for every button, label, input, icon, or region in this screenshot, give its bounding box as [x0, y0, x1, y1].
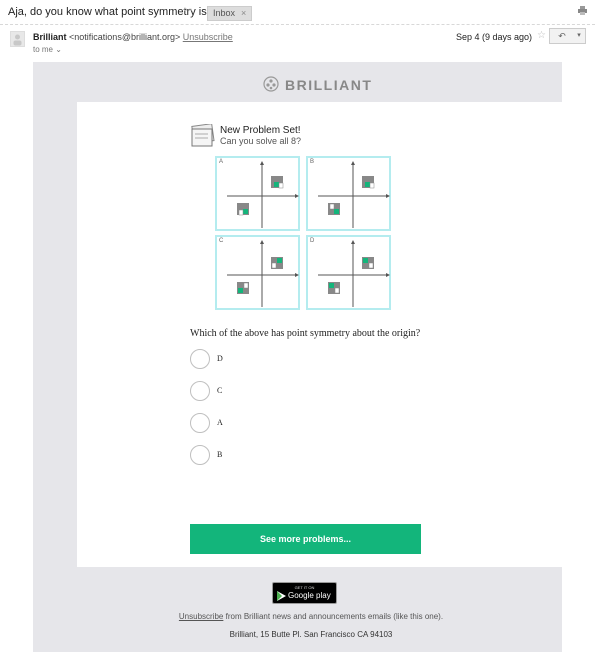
- play-store-icon: [277, 591, 286, 601]
- person-icon: [13, 34, 22, 46]
- chevron-down-icon: ▾: [577, 32, 581, 39]
- graph-option-d: D: [306, 235, 391, 310]
- radio-button[interactable]: [190, 445, 210, 465]
- brand-name: BRILLIANT: [285, 77, 373, 93]
- importance-marker[interactable]: ▫▫: [184, 5, 193, 16]
- coordinate-plane: [318, 161, 390, 228]
- remove-label-icon[interactable]: ×: [241, 8, 246, 18]
- answer-option-label: C: [217, 386, 223, 395]
- footer-unsubscribe-link[interactable]: Unsubscribe: [179, 612, 223, 621]
- more-options-button[interactable]: ▾: [573, 28, 586, 44]
- problem-set-icon: [191, 124, 215, 147]
- coordinate-plane: [318, 240, 390, 307]
- question-text: Which of the above has point symmetry ab…: [190, 328, 421, 339]
- radio-button[interactable]: [190, 349, 210, 369]
- radio-button[interactable]: [190, 413, 210, 433]
- inbox-label[interactable]: Inbox ×: [207, 6, 253, 21]
- email-date: Sep 4 (9 days ago): [456, 32, 533, 42]
- brilliant-logo-icon: [263, 76, 279, 92]
- details-dropdown-icon[interactable]: ⌄: [55, 45, 62, 54]
- problem-set-subtitle: Can you solve all 8?: [220, 136, 302, 146]
- footer-brand: Brilliant: [243, 612, 271, 621]
- footer-address-text: , 15 Butte Pl. San Francisco CA 94103: [255, 630, 393, 639]
- sender-email: <notifications@brilliant.org>: [69, 32, 181, 42]
- google-play-top-text: GET IT ON: [294, 585, 315, 590]
- answer-option-label: A: [217, 418, 223, 427]
- recipient-text: to me: [33, 45, 54, 54]
- reply-icon: ↶: [558, 31, 566, 41]
- sender-info: Brilliant <notifications@brilliant.org> …: [33, 32, 233, 42]
- problem-set-title: New Problem Set!: [220, 125, 301, 136]
- footer-rest: news and announcements emails (like this…: [272, 612, 444, 621]
- inbox-label-text: Inbox: [213, 8, 236, 18]
- sender-name: Brilliant: [33, 32, 67, 42]
- coordinate-plane: [227, 240, 299, 307]
- unsubscribe-link[interactable]: Unsubscribe: [183, 32, 233, 42]
- graph-option-a: A: [215, 156, 300, 231]
- avatar: [10, 31, 25, 47]
- footer-unsubscribe-text: Unsubscribe from Brilliant news and anno…: [166, 612, 456, 621]
- subject-bar: Aja, do you know what point symmetry is?…: [0, 0, 595, 25]
- coordinate-plane: [227, 161, 299, 228]
- star-icon[interactable]: ☆: [537, 30, 546, 41]
- google-play-text: Google play: [288, 591, 331, 600]
- reply-button[interactable]: ↶: [549, 28, 575, 44]
- graph-option-b: B: [306, 156, 391, 231]
- google-play-badge[interactable]: GET IT ON Google play: [272, 582, 337, 604]
- footer-address: Brilliant, 15 Butte Pl. San Francisco CA…: [166, 630, 456, 639]
- radio-button[interactable]: [190, 381, 210, 401]
- recipient-line[interactable]: to me ⌄: [33, 45, 62, 54]
- footer-from: from: [225, 612, 242, 621]
- graph-option-c: C: [215, 235, 300, 310]
- print-icon[interactable]: [578, 6, 587, 15]
- see-more-problems-button[interactable]: See more problems...: [190, 524, 421, 554]
- answer-option-label: D: [217, 354, 223, 363]
- email-subject: Aja, do you know what point symmetry is?: [8, 6, 213, 18]
- sender-row: Brilliant <notifications@brilliant.org> …: [0, 28, 595, 58]
- footer-address-brand: Brilliant: [229, 630, 256, 639]
- answer-option-label: B: [217, 450, 223, 459]
